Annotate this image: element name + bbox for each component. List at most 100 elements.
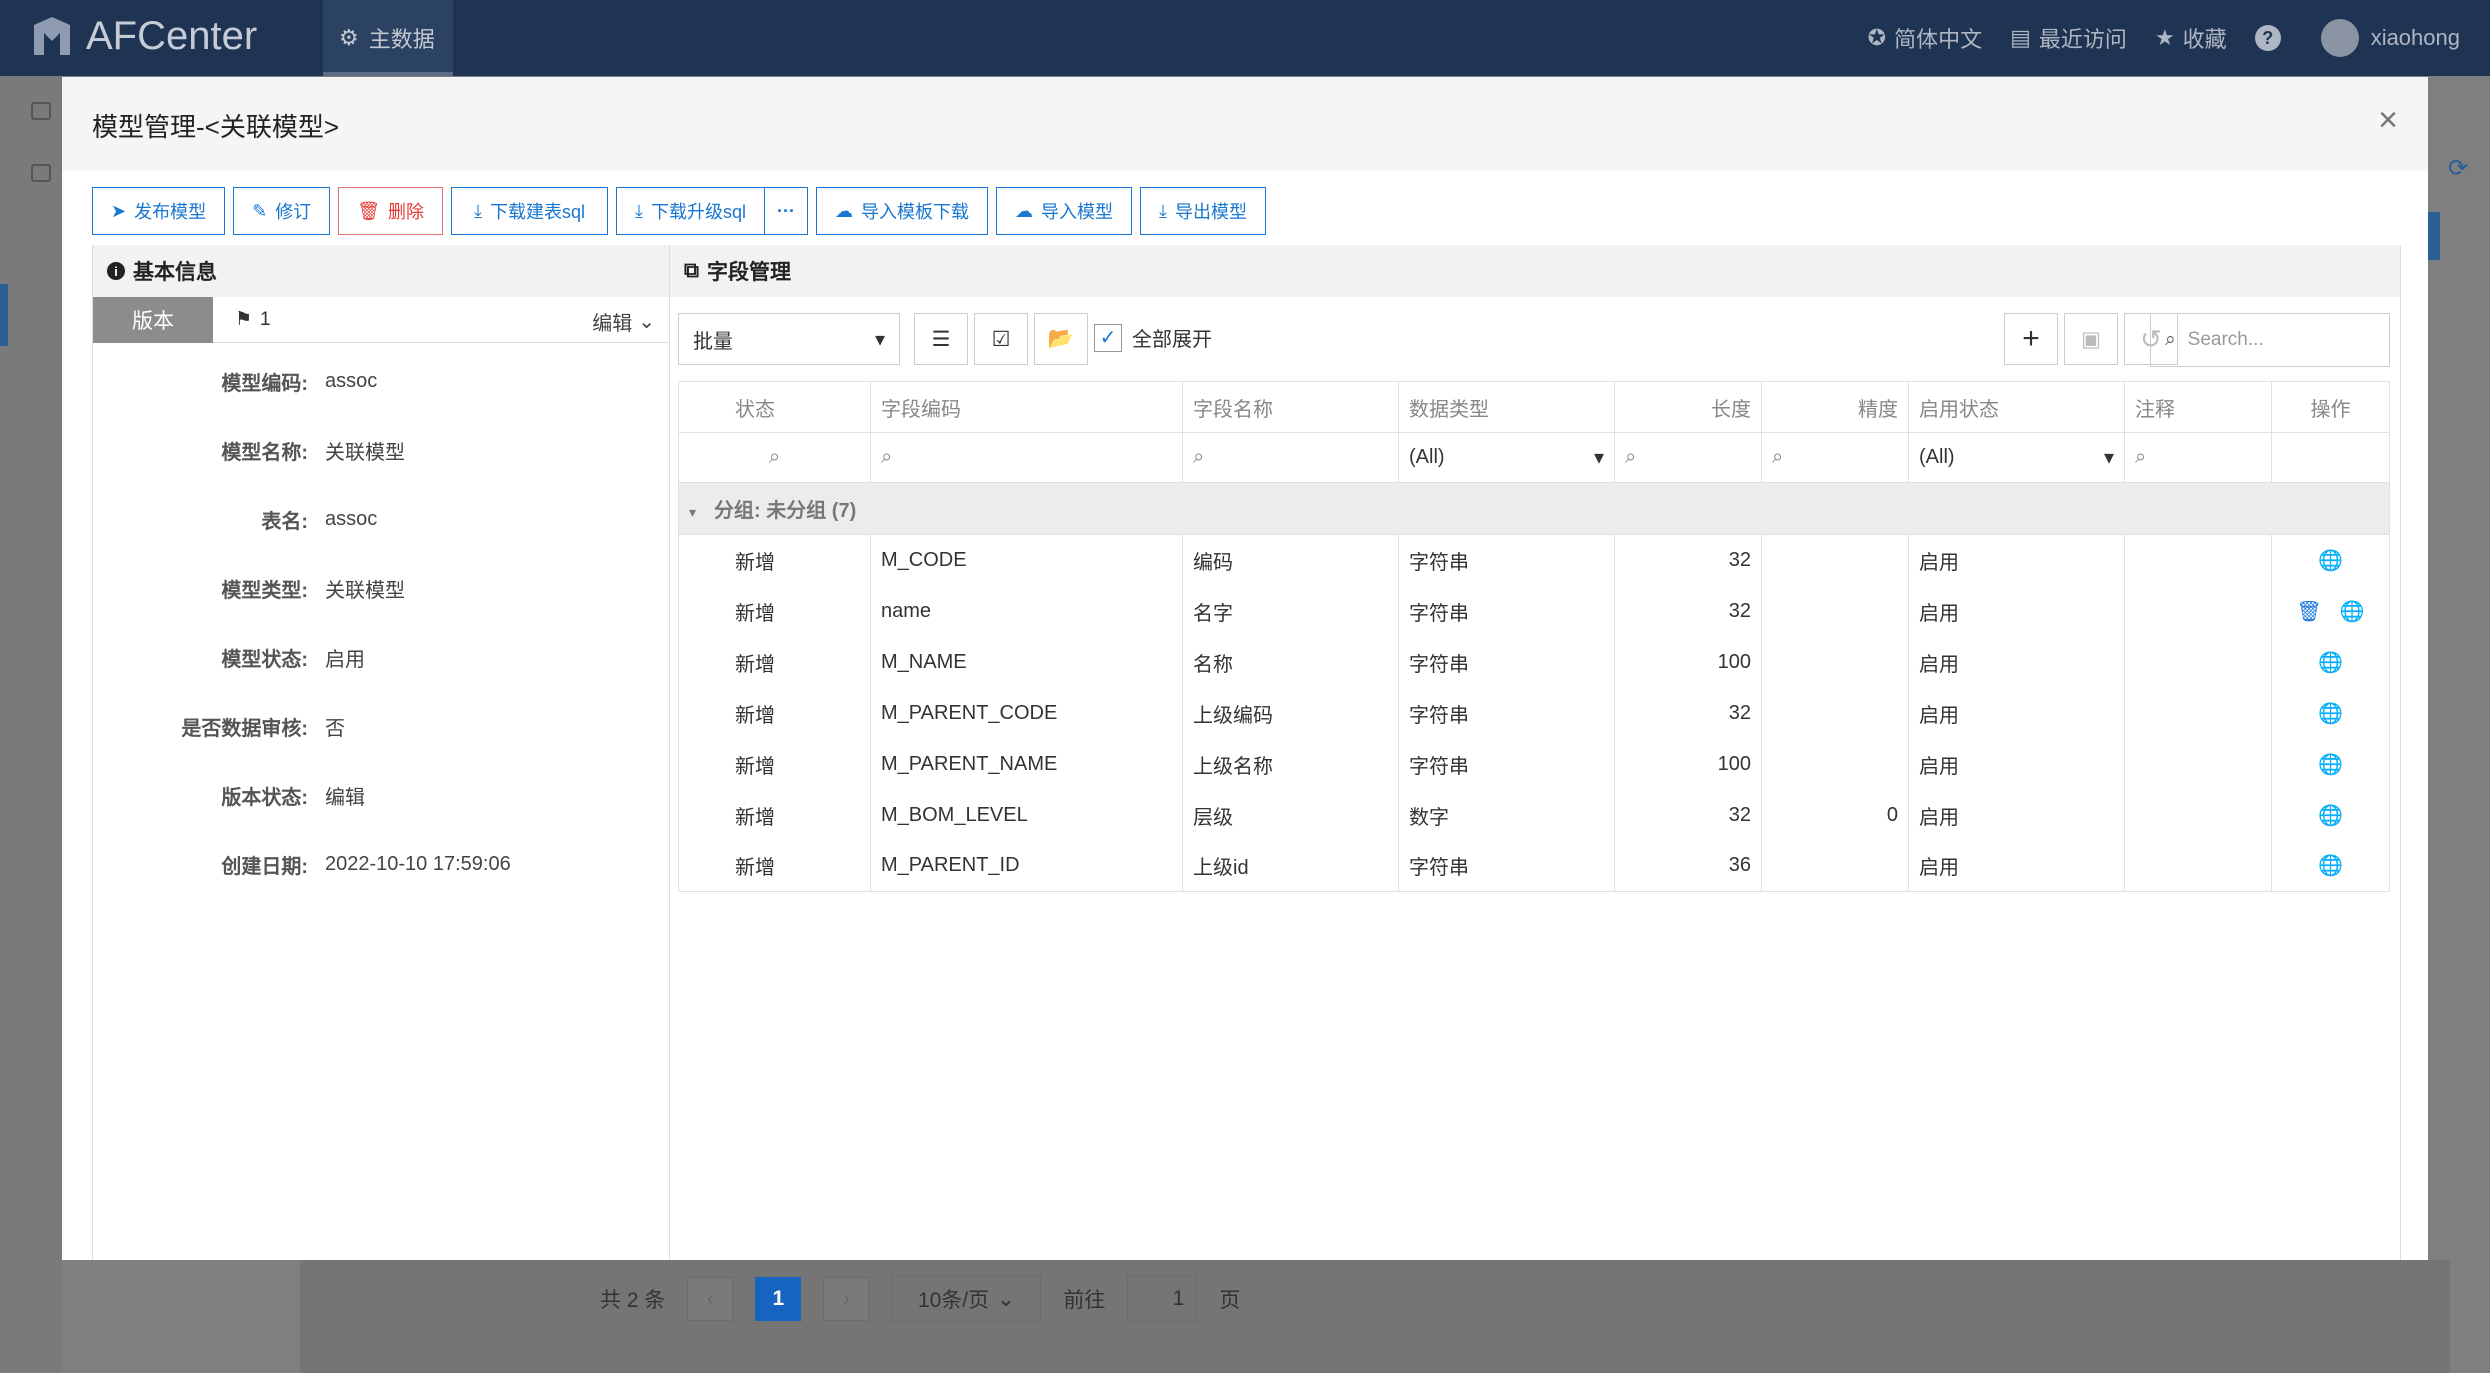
- app-logo[interactable]: AFCenter: [30, 14, 257, 59]
- col-header-length[interactable]: 长度: [1614, 381, 1762, 433]
- cell-status[interactable]: 新增: [678, 585, 871, 637]
- user-name[interactable]: xiaohong: [2371, 25, 2460, 51]
- add-icon[interactable]: +: [2004, 313, 2058, 365]
- cell-data-type[interactable]: 字符串: [1398, 840, 1615, 892]
- group-row[interactable]: ▾ 分组: 未分组 (7): [678, 482, 2390, 535]
- col-header-comment[interactable]: 注释: [2124, 381, 2272, 433]
- revise-button[interactable]: ✎ 修订: [233, 187, 331, 235]
- cell-comment[interactable]: [2124, 534, 2272, 586]
- cell-comment[interactable]: [2124, 585, 2272, 637]
- help-icon[interactable]: ?: [2254, 25, 2281, 51]
- cell-field-name[interactable]: 上级名称: [1182, 738, 1399, 790]
- cell-length[interactable]: 100: [1614, 738, 1762, 790]
- col-header-enabled[interactable]: 启用状态: [1908, 381, 2125, 433]
- table-row[interactable]: 新增 M_BOM_LEVEL 层级 数字 32 0 启用 🌐: [678, 789, 2390, 841]
- export-model-button[interactable]: ⤓ 导出模型: [1140, 187, 1266, 235]
- cell-enabled[interactable]: 启用: [1908, 789, 2125, 841]
- filter-enabled[interactable]: (All) ▾: [1908, 432, 2125, 483]
- cell-field-name[interactable]: 名字: [1182, 585, 1399, 637]
- trash-icon[interactable]: 🗑: [2296, 599, 2321, 624]
- cell-status[interactable]: 新增: [678, 840, 871, 892]
- cell-field-code[interactable]: name: [870, 585, 1183, 637]
- cell-field-code[interactable]: M_CODE: [870, 534, 1183, 586]
- col-header-precision[interactable]: 精度: [1761, 381, 1909, 433]
- globe-icon[interactable]: 🌐: [2318, 752, 2343, 777]
- close-icon[interactable]: ×: [2378, 103, 2398, 137]
- cell-precision[interactable]: [1761, 534, 1909, 586]
- checklist-icon[interactable]: ☑: [974, 313, 1028, 365]
- goto-page-input[interactable]: 1: [1127, 1276, 1198, 1322]
- table-row[interactable]: 新增 M_NAME 名称 字符串 100 启用 🌐: [678, 636, 2390, 688]
- import-template-download-button[interactable]: ☁ 导入模板下载: [816, 187, 988, 235]
- table-row[interactable]: 新增 M_PARENT_ID 上级id 字符串 36 启用 🌐: [678, 840, 2390, 892]
- list-order-icon[interactable]: ☰: [914, 313, 968, 365]
- cell-precision[interactable]: [1761, 840, 1909, 892]
- nav-item-master-data[interactable]: ⚙ 主数据: [323, 0, 453, 76]
- cell-enabled[interactable]: 启用: [1908, 636, 2125, 688]
- cell-precision[interactable]: [1761, 687, 1909, 739]
- filter-field-code[interactable]: ⌕: [870, 432, 1183, 483]
- cell-comment[interactable]: [2124, 687, 2272, 739]
- cell-precision[interactable]: [1761, 636, 1909, 688]
- refresh-icon[interactable]: ⟳: [2448, 154, 2468, 183]
- cell-data-type[interactable]: 字符串: [1398, 534, 1615, 586]
- cell-enabled[interactable]: 启用: [1908, 687, 2125, 739]
- folder-open-icon[interactable]: 📂: [1034, 313, 1088, 365]
- cell-length[interactable]: 32: [1614, 585, 1762, 637]
- cell-field-name[interactable]: 名称: [1182, 636, 1399, 688]
- cell-data-type[interactable]: 字符串: [1398, 585, 1615, 637]
- cell-enabled[interactable]: 启用: [1908, 585, 2125, 637]
- edit-dropdown[interactable]: 编辑 ⌄: [592, 307, 655, 336]
- col-header-data-type[interactable]: 数据类型: [1398, 381, 1615, 433]
- cell-comment[interactable]: [2124, 636, 2272, 688]
- cell-data-type[interactable]: 数字: [1398, 789, 1615, 841]
- cell-length[interactable]: 32: [1614, 789, 1762, 841]
- table-row[interactable]: 新增 M_CODE 编码 字符串 32 启用 🌐: [678, 534, 2390, 586]
- cell-status[interactable]: 新增: [678, 534, 871, 586]
- globe-icon[interactable]: 🌐: [2318, 853, 2343, 878]
- filter-field-name[interactable]: ⌕: [1182, 432, 1399, 483]
- filter-length[interactable]: ⌕: [1614, 432, 1762, 483]
- col-header-field-name[interactable]: 字段名称: [1182, 381, 1399, 433]
- download-create-sql-button[interactable]: ⤓ 下载建表sql: [451, 187, 609, 235]
- import-model-button[interactable]: ☁ 导入模型: [996, 187, 1132, 235]
- globe-icon[interactable]: 🌐: [2318, 803, 2343, 828]
- cell-precision[interactable]: [1761, 738, 1909, 790]
- cell-status[interactable]: 新增: [678, 687, 871, 739]
- cell-precision[interactable]: 0: [1761, 789, 1909, 841]
- cell-length[interactable]: 32: [1614, 534, 1762, 586]
- cell-field-name[interactable]: 编码: [1182, 534, 1399, 586]
- next-page-button[interactable]: ›: [823, 1277, 870, 1321]
- cell-comment[interactable]: [2124, 840, 2272, 892]
- col-header-field-code[interactable]: 字段编码: [870, 381, 1183, 433]
- cell-comment[interactable]: [2124, 789, 2272, 841]
- cell-status[interactable]: 新增: [678, 636, 871, 688]
- cell-length[interactable]: 32: [1614, 687, 1762, 739]
- search-input[interactable]: ⌕ Search...: [2150, 313, 2390, 367]
- filter-comment[interactable]: ⌕: [2124, 432, 2272, 483]
- cell-length[interactable]: 36: [1614, 840, 1762, 892]
- col-header-status[interactable]: 状态: [678, 381, 871, 433]
- publish-model-button[interactable]: ➤ 发布模型: [92, 187, 226, 235]
- table-row[interactable]: 新增 M_PARENT_CODE 上级编码 字符串 32 启用 🌐: [678, 687, 2390, 739]
- cell-status[interactable]: 新增: [678, 789, 871, 841]
- cell-field-code[interactable]: M_PARENT_CODE: [870, 687, 1183, 739]
- cell-field-code[interactable]: M_BOM_LEVEL: [870, 789, 1183, 841]
- more-options-button[interactable]: ···: [765, 187, 808, 235]
- cell-enabled[interactable]: 启用: [1908, 738, 2125, 790]
- cell-data-type[interactable]: 字符串: [1398, 738, 1615, 790]
- cell-field-code[interactable]: M_PARENT_NAME: [870, 738, 1183, 790]
- recent-visits[interactable]: ▤ 最近访问: [2010, 22, 2127, 54]
- cell-field-code[interactable]: M_NAME: [870, 636, 1183, 688]
- page-size-select[interactable]: 10条/页 ⌄: [891, 1276, 1042, 1322]
- batch-select[interactable]: 批量 ▾: [678, 313, 900, 365]
- delete-button[interactable]: 🗑 删除: [338, 187, 444, 235]
- cell-field-name[interactable]: 上级编码: [1182, 687, 1399, 739]
- cell-field-name[interactable]: 上级id: [1182, 840, 1399, 892]
- cell-status[interactable]: 新增: [678, 738, 871, 790]
- cell-data-type[interactable]: 字符串: [1398, 687, 1615, 739]
- version-tab[interactable]: 版本: [93, 296, 213, 343]
- prev-page-button[interactable]: ‹: [687, 1277, 734, 1321]
- download-upgrade-sql-button[interactable]: ⤓ 下载升级sql: [616, 187, 766, 235]
- globe-icon[interactable]: 🌐: [2340, 599, 2365, 624]
